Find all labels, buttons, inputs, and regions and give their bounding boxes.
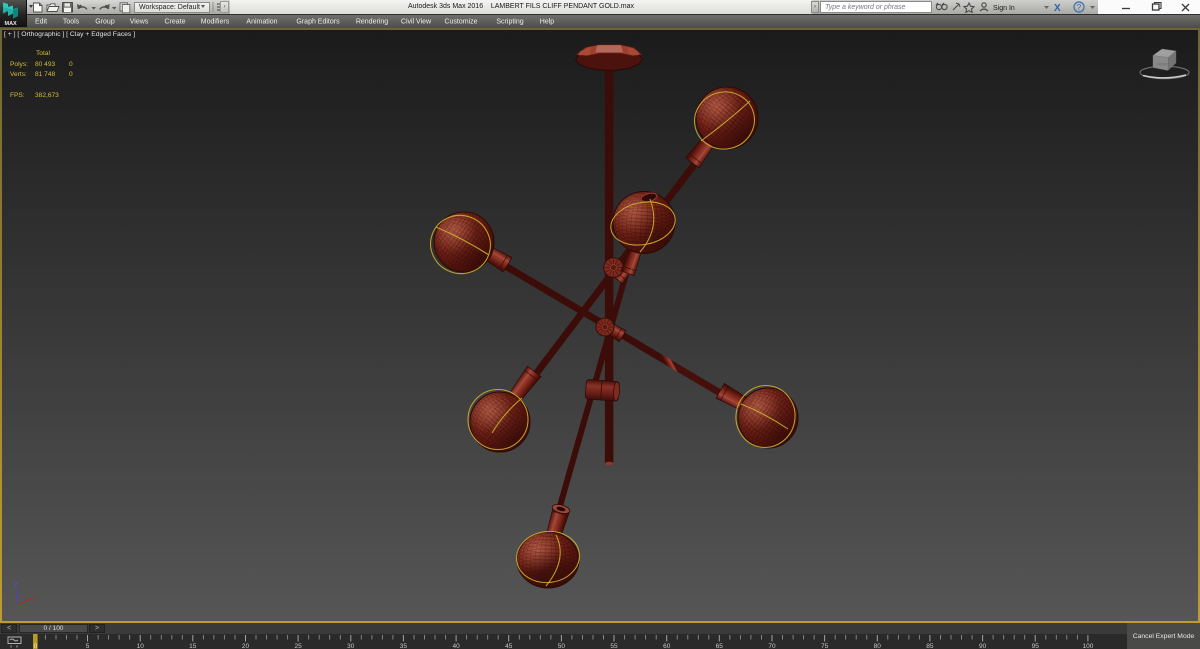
svg-text:60: 60 [663, 643, 671, 649]
svg-text:65: 65 [716, 643, 724, 649]
svg-text:85: 85 [926, 643, 934, 649]
svg-text:80: 80 [874, 643, 882, 649]
svg-text:25: 25 [294, 643, 302, 649]
svg-text:5: 5 [86, 643, 90, 649]
svg-text:35: 35 [400, 643, 408, 649]
svg-text:75: 75 [821, 643, 829, 649]
svg-text:20: 20 [242, 643, 250, 649]
svg-text:90: 90 [979, 643, 987, 649]
svg-text:0: 0 [34, 643, 38, 649]
svg-text:100: 100 [1082, 643, 1093, 649]
svg-text:40: 40 [452, 643, 460, 649]
svg-text:45: 45 [505, 643, 513, 649]
svg-text:30: 30 [347, 643, 355, 649]
svg-text:15: 15 [189, 643, 197, 649]
svg-text:70: 70 [768, 643, 776, 649]
svg-text:10: 10 [137, 643, 145, 649]
svg-text:95: 95 [1032, 643, 1040, 649]
svg-text:50: 50 [558, 643, 566, 649]
svg-text:55: 55 [610, 643, 618, 649]
